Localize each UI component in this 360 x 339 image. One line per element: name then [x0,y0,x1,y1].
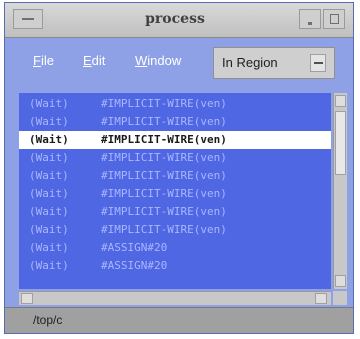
list-item-name: #ASSIGN#20 [101,241,168,254]
list-item[interactable]: (Wait) #IMPLICIT-WIRE(ven) [19,149,331,167]
process-window: process File Edit Window In Region (Wait… [4,2,354,334]
list-item[interactable]: (Wait) #IMPLICIT-WIRE(ven) [19,95,331,113]
list-item-name: #IMPLICIT-WIRE(ven) [101,187,227,200]
region-dropdown-value: In Region [222,55,278,70]
list-item-status: (Wait) [29,223,69,236]
list-item-name: #IMPLICIT-WIRE(ven) [101,97,227,110]
minimize-button[interactable] [299,9,321,29]
list-item-name: #IMPLICIT-WIRE(ven) [101,115,227,128]
status-bar: /top/c [5,307,353,333]
list-item-status: (Wait) [29,241,69,254]
list-item-name: #IMPLICIT-WIRE(ven) [101,223,227,236]
list-item-name: #ASSIGN#20 [101,259,168,272]
vertical-scroll-thumb[interactable] [335,111,346,175]
list-item[interactable]: (Wait) #IMPLICIT-WIRE(ven) [19,203,331,221]
scroll-left-arrow-icon[interactable] [21,293,33,304]
window-menu-button[interactable] [13,9,43,29]
scroll-down-arrow-icon[interactable] [335,275,346,287]
horizontal-scrollbar[interactable] [19,291,331,305]
status-path: /top/c [33,313,63,327]
list-item-name: #IMPLICIT-WIRE(ven) [101,151,227,164]
menu-file[interactable]: File [33,53,54,68]
list-item-status: (Wait) [29,97,69,110]
list-item[interactable]: (Wait) #IMPLICIT-WIRE(ven) [19,131,331,149]
list-item-name: #IMPLICIT-WIRE(ven) [101,205,227,218]
list-item[interactable]: (Wait) #ASSIGN#20 [19,239,331,257]
list-item-status: (Wait) [29,133,69,146]
minimize-icon [308,22,312,25]
vertical-scrollbar[interactable] [333,93,347,289]
list-item-status: (Wait) [29,151,69,164]
list-item[interactable]: (Wait) #IMPLICIT-WIRE(ven) [19,185,331,203]
menu-bar: File Edit Window In Region [5,38,353,90]
region-dropdown[interactable]: In Region [213,47,335,79]
list-item-status: (Wait) [29,115,69,128]
process-list[interactable]: (Wait) #IMPLICIT-WIRE(ven) (Wait) #IMPLICIT… [19,93,331,289]
window-menu-icon [22,18,34,20]
maximize-button[interactable] [323,9,345,29]
maximize-icon [330,14,339,24]
list-item-status: (Wait) [29,259,69,272]
list-item[interactable]: (Wait) #IMPLICIT-WIRE(ven) [19,113,331,131]
list-item[interactable]: (Wait) #IMPLICIT-WIRE(ven) [19,167,331,185]
list-item-status: (Wait) [29,205,69,218]
list-item-name: #IMPLICIT-WIRE(ven) [101,169,227,182]
scroll-right-arrow-icon[interactable] [315,293,327,304]
title-bar[interactable]: process [5,3,353,38]
list-item[interactable]: (Wait) #IMPLICIT-WIRE(ven) [19,221,331,239]
menu-edit[interactable]: Edit [83,53,105,68]
dropdown-arrow-icon [310,54,326,72]
scroll-up-arrow-icon[interactable] [335,95,346,107]
list-item[interactable]: (Wait) #ASSIGN#20 [19,257,331,275]
scroll-corner [333,291,347,305]
list-item-name: #IMPLICIT-WIRE(ven) [101,133,227,146]
menu-window[interactable]: Window [135,53,181,68]
list-item-status: (Wait) [29,187,69,200]
list-item-status: (Wait) [29,169,69,182]
window-title: process [145,11,205,27]
